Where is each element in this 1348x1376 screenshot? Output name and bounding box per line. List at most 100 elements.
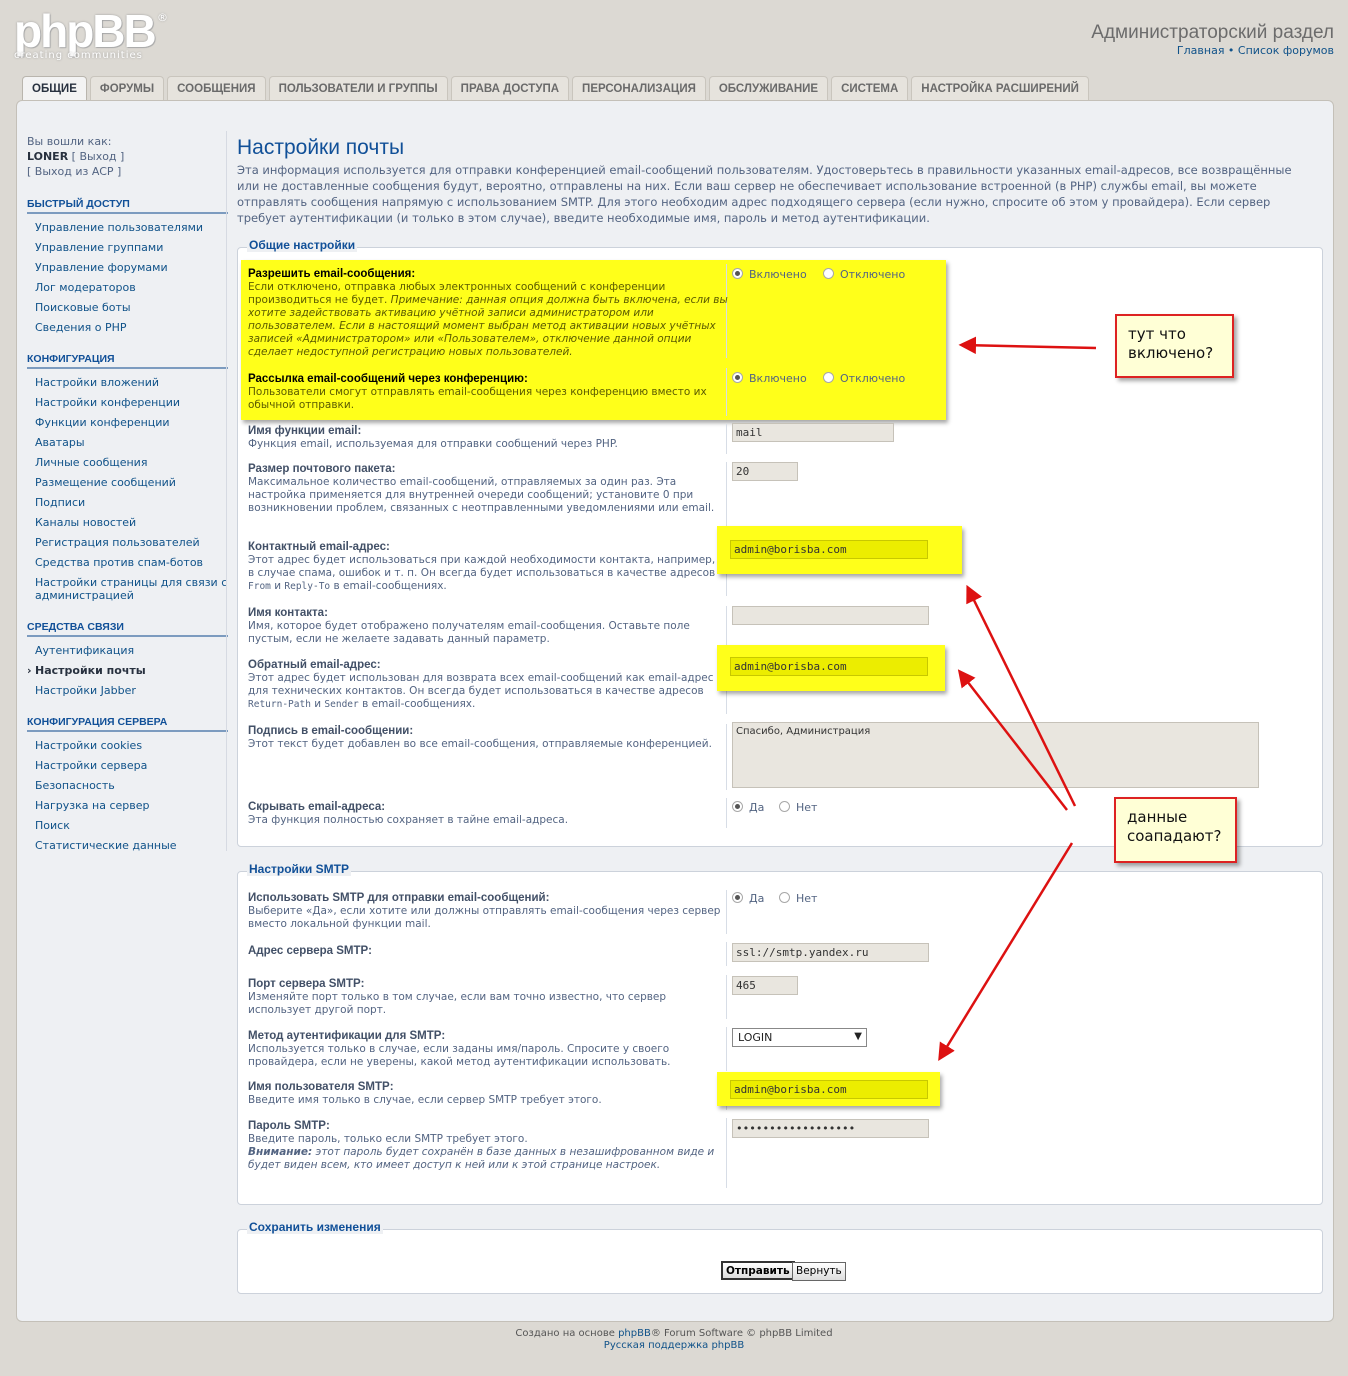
use-smtp-yes-label: Да <box>749 892 765 905</box>
sidebar-item-manage-groups[interactable]: Управление группами <box>27 241 228 254</box>
sidebar-item-manage-forums[interactable]: Управление форумами <box>27 261 228 274</box>
board-email-on[interactable]: Включено <box>732 372 807 386</box>
reset-button[interactable]: Вернуть <box>792 1262 846 1281</box>
contact-email-input[interactable]: admin@borisba.com <box>730 540 928 559</box>
use-smtp-explain: Выберите «Да», если хотите или должны от… <box>248 905 721 930</box>
forum-list-link[interactable]: Список форумов <box>1238 44 1334 57</box>
setting-return-email: Обратный email-адрес: Этот адрес будет и… <box>248 659 718 711</box>
use-smtp-yes[interactable]: Да <box>732 892 764 906</box>
hide-email-yes[interactable]: Да <box>732 801 764 815</box>
radio-selected-icon[interactable] <box>732 268 743 279</box>
logo-text: phpBB <box>14 5 157 57</box>
radio-selected-icon[interactable] <box>732 372 743 383</box>
highlight-return-email: admin@borisba.com <box>717 645 945 691</box>
use-smtp-no[interactable]: Нет <box>779 892 817 906</box>
tab-permissions[interactable]: ПРАВА ДОСТУПА <box>450 76 570 101</box>
return-email-explain-end: в email-сообщениях. <box>358 698 476 710</box>
setting-use-smtp: Использовать SMTP для отправки email-соо… <box>248 892 728 931</box>
tab-forums[interactable]: ФОРУМЫ <box>89 76 165 101</box>
sidebar-item-security[interactable]: Безопасность <box>27 779 228 792</box>
return-email-input[interactable]: admin@borisba.com <box>730 657 928 676</box>
sidebar-item-mod-log[interactable]: Лог модераторов <box>27 281 228 294</box>
tab-posting[interactable]: СООБЩЕНИЯ <box>167 76 266 101</box>
sidebar-item-contact-page[interactable]: Настройки страницы для связи с администр… <box>27 576 228 602</box>
setting-contact-name: Имя контакта: Имя, которое будет отображ… <box>248 607 728 646</box>
tab-users-groups[interactable]: ПОЛЬЗОВАТЕЛИ И ГРУППЫ <box>268 76 448 101</box>
package-size-input[interactable]: 20 <box>732 462 798 481</box>
footer-russian-support-link[interactable]: Русская поддержка phpBB <box>604 1340 744 1351</box>
enable-email-on[interactable]: Включено <box>732 268 807 282</box>
tab-maintenance[interactable]: ОБСЛУЖИВАНИЕ <box>708 76 829 101</box>
sidebar-item-email-settings[interactable]: Настройки почты <box>27 664 228 677</box>
smtp-password-label: Пароль SMTP: <box>248 1120 330 1132</box>
submit-button[interactable]: Отправить <box>721 1261 795 1280</box>
radio-selected-icon[interactable] <box>732 892 743 903</box>
sidebar-item-authentication[interactable]: Аутентификация <box>27 644 228 657</box>
smtp-host-label: Адрес сервера SMTP: <box>248 945 372 957</box>
exit-acp-link[interactable]: [ Выход из ACP ] <box>27 164 228 179</box>
sidebar-item-load[interactable]: Нагрузка на сервер <box>27 799 228 812</box>
sidebar-item-signatures[interactable]: Подписи <box>27 496 228 509</box>
setting-enable-email: Разрешить email-сообщения: Если отключен… <box>248 268 728 359</box>
sidebar-item-registration[interactable]: Регистрация пользователей <box>27 536 228 549</box>
radio-empty-icon[interactable] <box>779 801 790 812</box>
return-email-code-returnpath: Return-Path <box>248 699 311 710</box>
logout-link[interactable]: [ Выход ] <box>72 150 125 163</box>
smtp-port-input[interactable]: 465 <box>732 976 798 995</box>
sidebar-item-cookies[interactable]: Настройки cookies <box>27 739 228 752</box>
signature-label: Подпись в email-сообщении: <box>248 725 414 737</box>
smtp-auth-label: Метод аутентификации для SMTP: <box>248 1030 446 1042</box>
phpbb-logo[interactable]: phpBB creating communities ® <box>14 8 174 66</box>
sidebar-item-statistics[interactable]: Статистические данные <box>27 839 228 852</box>
tab-general[interactable]: ОБЩИЕ <box>22 76 87 102</box>
sidebar-item-search[interactable]: Поиск <box>27 819 228 832</box>
top-links-separator: • <box>1224 44 1238 57</box>
setting-email-function: Имя функции email: Функция email, исполь… <box>248 425 728 451</box>
board-email-off[interactable]: Отключено <box>823 372 905 386</box>
acp-title: Администраторский раздел <box>1091 22 1334 43</box>
email-function-input[interactable]: mail <box>732 423 894 442</box>
smtp-auth-select[interactable]: LOGIN ▼ <box>732 1028 867 1047</box>
contact-email-explain-text: Этот адрес будет использоваться при кажд… <box>248 554 716 579</box>
radio-empty-icon[interactable] <box>779 892 790 903</box>
username[interactable]: LONER <box>27 150 68 163</box>
contact-name-input[interactable] <box>732 606 929 625</box>
home-link[interactable]: Главная <box>1177 44 1225 57</box>
smtp-host-input[interactable]: ssl://smtp.yandex.ru <box>732 943 929 962</box>
smtp-username-input[interactable]: admin@borisba.com <box>730 1080 928 1099</box>
enable-email-off[interactable]: Отключено <box>823 268 905 282</box>
hide-email-no[interactable]: Нет <box>779 801 817 815</box>
setting-contact-email: Контактный email-адрес: Этот адрес будет… <box>248 541 718 593</box>
radio-selected-icon[interactable] <box>732 801 743 812</box>
tab-extensions[interactable]: НАСТРОЙКА РАСШИРЕНИЙ <box>911 76 1089 101</box>
sidebar-item-private-messages[interactable]: Личные сообщения <box>27 456 228 469</box>
sidebar-item-spambot[interactable]: Средства против спам-ботов <box>27 556 228 569</box>
sidebar-item-board-features[interactable]: Функции конференции <box>27 416 228 429</box>
sidebar-item-php-info[interactable]: Сведения о PHP <box>27 321 228 334</box>
smtp-password-warning: Внимание: этот пароль будет сохранён в б… <box>248 1146 718 1172</box>
signature-textarea[interactable]: Спасибо, Администрация <box>732 722 1259 788</box>
sidebar-item-attachments[interactable]: Настройки вложений <box>27 376 228 389</box>
sidebar-item-board-settings[interactable]: Настройки конференции <box>27 396 228 409</box>
sidebar-item-jabber[interactable]: Настройки Jabber <box>27 684 228 697</box>
tab-customise[interactable]: ПЕРСОНАЛИЗАЦИЯ <box>572 76 706 101</box>
board-email-on-label: Включено <box>749 372 807 385</box>
return-email-code-sender: Sender <box>324 699 359 710</box>
email-function-label: Имя функции email: <box>248 425 362 437</box>
tab-system[interactable]: СИСТЕМА <box>831 76 909 101</box>
footer-phpbb-link[interactable]: phpBB <box>618 1328 651 1339</box>
sidebar-item-posting[interactable]: Размещение сообщений <box>27 476 228 489</box>
radio-empty-icon[interactable] <box>823 372 834 383</box>
smtp-username-label: Имя пользователя SMTP: <box>248 1081 394 1093</box>
smtp-password-input[interactable]: •••••••••••••••••• <box>732 1119 929 1138</box>
smtp-password-warning-text: этот пароль будет сохранён в базе данных… <box>248 1146 715 1171</box>
row-divider <box>726 1118 727 1188</box>
sidebar-item-manage-users[interactable]: Управление пользователями <box>27 221 228 234</box>
contact-email-label: Контактный email-адрес: <box>248 541 390 553</box>
sidebar-item-server-settings[interactable]: Настройки сервера <box>27 759 228 772</box>
sidebar-item-search-bots[interactable]: Поисковые боты <box>27 301 228 314</box>
sidebar-item-avatars[interactable]: Аватары <box>27 436 228 449</box>
sidebar-item-feeds[interactable]: Каналы новостей <box>27 516 228 529</box>
main-content: Настройки почты Эта информация используе… <box>237 136 1323 226</box>
radio-empty-icon[interactable] <box>823 268 834 279</box>
